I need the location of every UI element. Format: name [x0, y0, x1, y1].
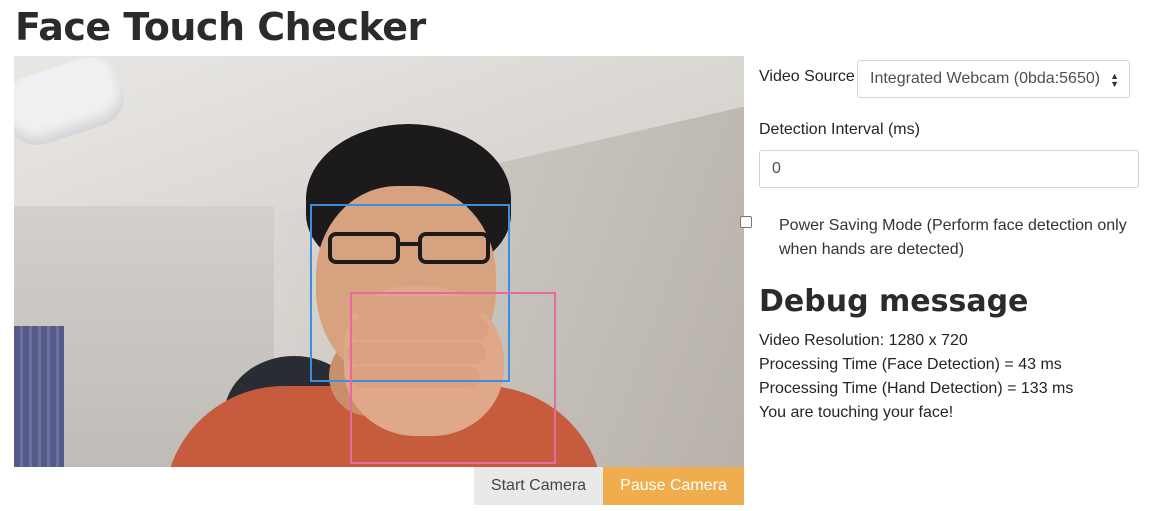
debug-line-face-time: Processing Time (Face Detection) = 43 ms — [759, 356, 1062, 373]
select-arrows-icon: ▲ ▼ — [1110, 71, 1119, 89]
detection-interval-label: Detection Interval (ms) — [759, 121, 920, 138]
hand-detection-box — [350, 292, 556, 464]
debug-line-resolution: Video Resolution: 1280 x 720 — [759, 332, 968, 349]
start-camera-button[interactable]: Start Camera — [474, 467, 603, 505]
debug-line-hand-time: Processing Time (Hand Detection) = 133 m… — [759, 380, 1074, 397]
camera-video-feed — [14, 56, 744, 467]
video-source-label: Video Source — [759, 68, 855, 85]
video-source-select[interactable]: Integrated Webcam (0bda:5650) ▲ ▼ — [857, 60, 1130, 98]
debug-heading: Debug message — [759, 284, 1029, 319]
debug-messages: Video Resolution: 1280 x 720 Processing … — [759, 329, 1073, 425]
page-title: Face Touch Checker — [15, 5, 426, 49]
debug-line-status: You are touching your face! — [759, 404, 954, 421]
scene-window-blind — [14, 326, 64, 467]
power-saving-label: Power Saving Mode (Perform face detectio… — [779, 217, 1127, 258]
power-saving-checkbox[interactable] — [740, 216, 752, 228]
pause-camera-button[interactable]: Pause Camera — [603, 467, 744, 505]
video-source-value: Integrated Webcam (0bda:5650) — [870, 70, 1101, 87]
detection-interval-input[interactable] — [759, 150, 1139, 188]
